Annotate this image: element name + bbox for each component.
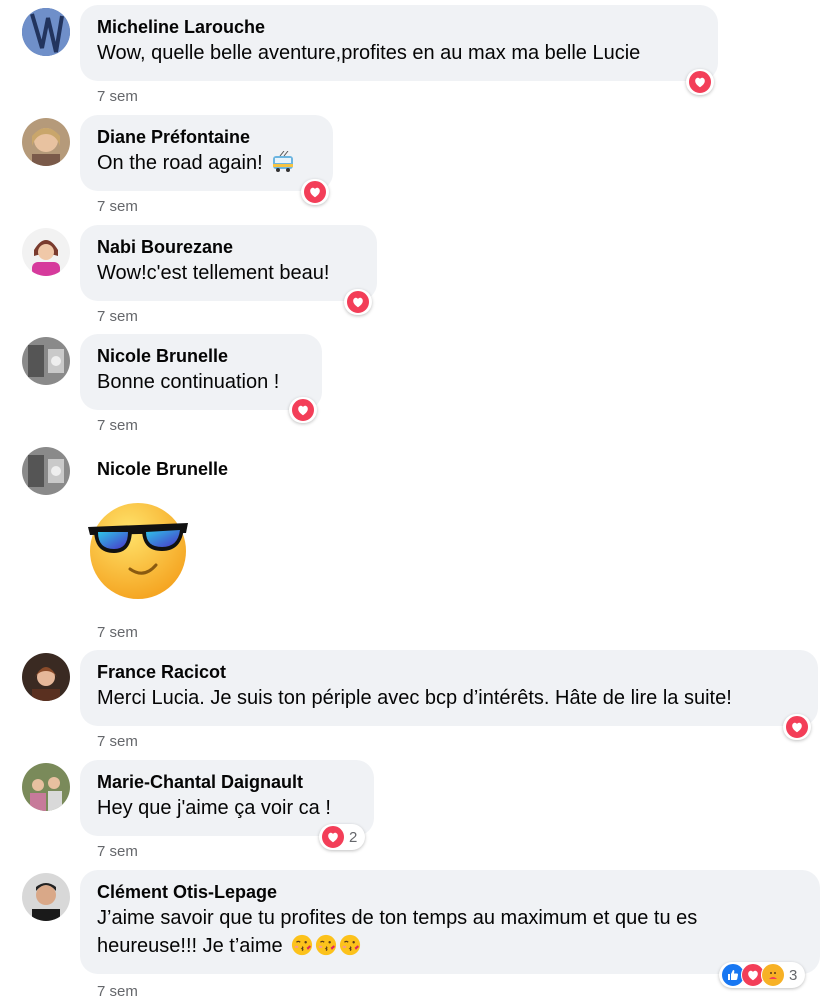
comment-author[interactable]: Marie-Chantal Daignault [97, 770, 358, 794]
avatar[interactable] [22, 763, 70, 811]
comment-text: Wow, quelle belle aventure,profites en a… [97, 42, 641, 64]
care-reaction-icon [761, 963, 785, 987]
reaction-summary[interactable] [783, 714, 811, 740]
love-reaction-icon [321, 825, 345, 849]
comment-text-line-1: J’aime savoir que tu profites de ton tem… [97, 907, 698, 929]
comment-author[interactable]: Diane Préfontaine [97, 125, 317, 149]
comment-text-content: On the road again! [97, 152, 263, 174]
comment-bubble: Nabi Bourezane Wow!c'est tellement beau! [80, 225, 377, 301]
comment-bubble: Micheline Larouche Wow, quelle belle ave… [80, 5, 718, 81]
comment-author[interactable]: Micheline Larouche [97, 15, 702, 39]
comment-timestamp[interactable]: 7 sem [97, 417, 138, 434]
comment-bubble: Diane Préfontaine On the road again! [80, 115, 333, 191]
avatar[interactable] [22, 228, 70, 276]
avatar[interactable] [22, 337, 70, 385]
avatar[interactable] [22, 873, 70, 921]
comment-author[interactable]: France Racicot [97, 660, 802, 684]
avatar[interactable] [22, 8, 70, 56]
comment-timestamp[interactable]: 7 sem [97, 843, 138, 860]
comment-author[interactable]: Nicole Brunelle [97, 457, 228, 481]
comment-text: Bonne continuation ! [97, 371, 280, 393]
trolleybus-emoji-icon [271, 150, 295, 181]
reaction-summary[interactable]: 3 [719, 962, 806, 988]
comment-author[interactable]: Clément Otis-Lepage [97, 880, 804, 904]
reaction-summary[interactable] [344, 289, 372, 315]
comment-timestamp[interactable]: 7 sem [97, 88, 138, 105]
comment-timestamp[interactable]: 7 sem [97, 198, 138, 215]
comment-timestamp[interactable]: 7 sem [97, 983, 138, 1000]
sunglasses-face-sticker-icon [86, 499, 190, 608]
comment-bubble: France Racicot Merci Lucia. Je suis ton … [80, 650, 818, 726]
comment-author[interactable]: Nicole Brunelle [97, 344, 306, 368]
kissing-face-emoji-icon [291, 934, 313, 964]
reaction-summary[interactable] [686, 69, 714, 95]
love-reaction-icon [785, 715, 809, 739]
avatar[interactable] [22, 447, 70, 495]
comment-timestamp[interactable]: 7 sem [97, 733, 138, 750]
kissing-face-emoji-icon [339, 934, 361, 964]
comment-author[interactable]: Nabi Bourezane [97, 235, 361, 259]
avatar[interactable] [22, 118, 70, 166]
avatar[interactable] [22, 653, 70, 701]
kissing-face-emoji-icon [315, 934, 337, 964]
love-reaction-icon [291, 398, 315, 422]
comment-text: Merci Lucia. Je suis ton périple avec bc… [97, 687, 732, 709]
reaction-count: 3 [789, 966, 798, 984]
comment-text: Hey que j'aime ça voir ca ! [97, 797, 331, 819]
love-reaction-icon [346, 290, 370, 314]
comment-timestamp[interactable]: 7 sem [97, 624, 138, 641]
comment-timestamp[interactable]: 7 sem [97, 308, 138, 325]
reaction-count: 2 [349, 828, 358, 846]
comment-text-line-2: heureuse!!! Je t’aime [97, 932, 804, 964]
reaction-summary[interactable]: 2 [319, 824, 366, 850]
comment-text: On the road again! [97, 149, 317, 181]
reaction-summary[interactable] [289, 397, 317, 423]
reaction-summary[interactable] [301, 179, 329, 205]
comment-text-content: heureuse!!! Je t’aime [97, 935, 283, 957]
love-reaction-icon [688, 70, 712, 94]
love-reaction-icon [303, 180, 327, 204]
comment-text: Wow!c'est tellement beau! [97, 262, 330, 284]
comment-bubble: Nicole Brunelle Bonne continuation ! [80, 334, 322, 410]
comment-bubble: Clément Otis-Lepage J’aime savoir que tu… [80, 870, 820, 974]
